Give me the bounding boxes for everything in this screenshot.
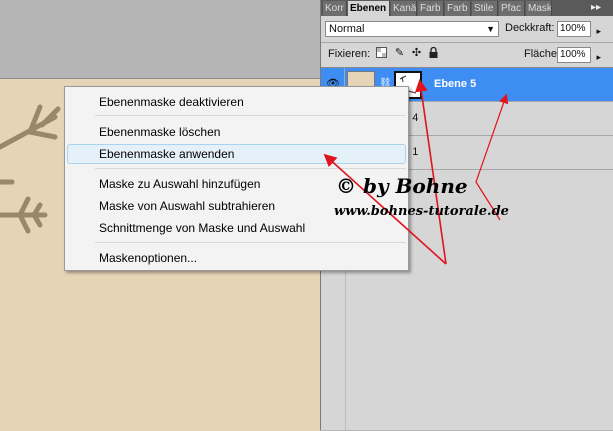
- opacity-input[interactable]: 100% ▸: [557, 21, 601, 37]
- lock-all-icon[interactable]: [427, 46, 440, 60]
- tab-farbe[interactable]: Farb: [418, 1, 444, 16]
- tab-korrektur[interactable]: Korr: [323, 1, 347, 16]
- tab-pfade[interactable]: Pfac: [499, 1, 525, 16]
- tab-farbfelder[interactable]: Farb: [445, 1, 471, 16]
- menu-item-intersect-mask-selection[interactable]: Schnittmenge von Maske und Auswahl: [67, 218, 406, 238]
- opacity-label: Deckkraft:: [505, 22, 555, 34]
- watermark-url: www.bohnes-tutorale.de: [334, 204, 509, 219]
- tab-ebenen[interactable]: Ebenen: [348, 1, 390, 16]
- lock-move-icon[interactable]: ✣: [410, 47, 423, 60]
- fill-arrow-icon[interactable]: ▸: [596, 50, 601, 64]
- tab-masken[interactable]: Mask: [526, 1, 552, 16]
- menu-item-mask-options[interactable]: Maskenoptionen...: [67, 248, 406, 268]
- menu-item-apply-mask[interactable]: Ebenenmaske anwenden: [67, 144, 406, 164]
- tab-stile[interactable]: Stile: [472, 1, 498, 16]
- lock-brush-icon[interactable]: ✎: [393, 47, 406, 60]
- lock-label: Fixieren:: [328, 48, 371, 60]
- menu-item-disable-mask[interactable]: Ebenenmaske deaktivieren: [67, 92, 406, 112]
- blend-mode-value: Normal: [329, 23, 365, 35]
- dropdown-arrow-icon: ▼: [486, 24, 495, 34]
- fill-value: 100%: [560, 49, 586, 60]
- lock-transparency-icon[interactable]: [375, 47, 388, 60]
- blend-mode-select[interactable]: Normal ▼: [325, 21, 499, 37]
- opacity-value: 100%: [560, 23, 586, 34]
- tab-kanaele[interactable]: Kanä: [391, 1, 417, 16]
- menu-item-delete-mask[interactable]: Ebenenmaske löschen: [67, 122, 406, 142]
- menu-separator: [95, 242, 406, 243]
- layer-name: Ebene 5: [434, 78, 477, 90]
- panel-expand-icon[interactable]: ▸▸: [578, 0, 613, 16]
- menu-separator: [95, 115, 406, 116]
- fill-input[interactable]: 100% ▸: [557, 47, 601, 63]
- fill-label: Fläche:: [524, 48, 561, 60]
- menu-separator: [95, 168, 406, 169]
- panel-tab-bar: Korr Ebenen Kanä Farb Farb Stile Pfac Ma…: [321, 0, 613, 16]
- watermark-author: © by Bohne: [336, 174, 468, 198]
- opacity-arrow-icon[interactable]: ▸: [596, 24, 601, 38]
